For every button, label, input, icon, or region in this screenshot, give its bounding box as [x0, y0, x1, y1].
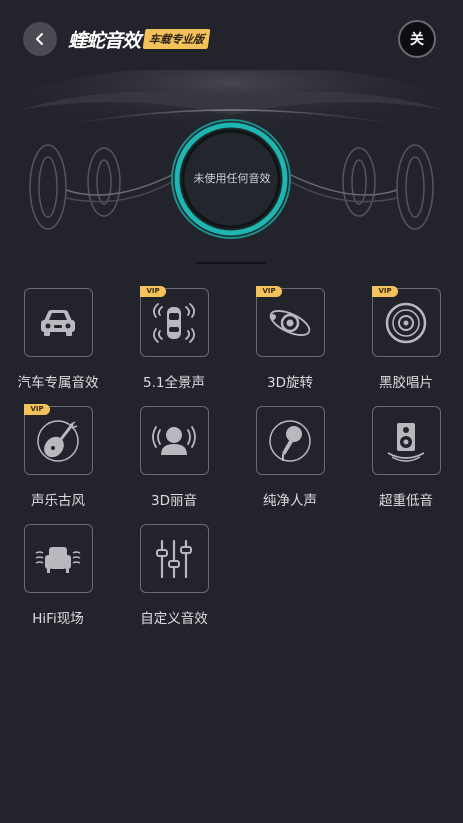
effect-label: 5.1全景声 [143, 375, 205, 391]
armchair-icon [35, 546, 81, 573]
effect-icon-box[interactable]: VIP [23, 404, 93, 475]
microphone-icon [269, 419, 311, 462]
sound-stage: 未使用任何音效 [0, 70, 463, 270]
divider [196, 262, 266, 264]
effect-icon-box[interactable]: VIP [139, 286, 209, 357]
effect-tile-car[interactable]: 汽车专属音效 [0, 288, 116, 391]
status-text: 未使用任何音效 [193, 172, 271, 185]
effect-tile-custom[interactable]: 自定义音效 [116, 524, 232, 627]
orbit-icon [269, 309, 311, 336]
effect-tile-surround[interactable]: VIP 5.1全景声 [116, 286, 232, 391]
effect-icon-box[interactable]: VIP [371, 286, 441, 357]
effect-tile-pure-vocal[interactable]: 纯净人声 [232, 406, 348, 509]
effect-tile-guofeng[interactable]: VIP 声乐古风 [0, 404, 116, 509]
surround-car-icon [153, 302, 195, 343]
effect-icon-box[interactable] [139, 524, 209, 593]
equalizer-sliders-icon [156, 539, 192, 578]
left-speakers [29, 144, 173, 230]
effect-label: HiFi现场 [32, 611, 84, 627]
back-button[interactable] [23, 22, 57, 56]
vinyl-record-icon [385, 302, 427, 343]
effect-icon-box[interactable] [371, 406, 441, 475]
effect-tile-3d-rotate[interactable]: VIP 3D旋转 [232, 286, 348, 391]
effect-tile-bass[interactable]: 超重低音 [348, 406, 463, 509]
effect-tile-vinyl[interactable]: VIP 黑胶唱片 [348, 286, 463, 391]
person-sound-icon [152, 425, 196, 455]
effect-label: 3D旋转 [267, 375, 313, 391]
top-bar: 蝰蛇音效 车载专业版 关 [0, 0, 463, 80]
effect-icon-box[interactable] [139, 406, 209, 475]
effects-grid: 汽车专属音效 VIP 5.1全景声 VIP 3D旋转 VIP 黑胶唱片 VIP … [0, 286, 463, 627]
effect-tile-hifi[interactable]: HiFi现场 [0, 524, 116, 627]
effect-label: 黑胶唱片 [379, 375, 433, 391]
effect-label: 3D丽音 [151, 493, 197, 509]
effect-icon-box[interactable] [23, 288, 93, 357]
chevron-left-icon [36, 33, 43, 45]
right-speakers [290, 144, 434, 230]
car-icon [41, 309, 75, 336]
vip-badge: VIP [139, 286, 166, 297]
effect-icon-box[interactable]: VIP [255, 286, 325, 357]
vip-badge: VIP [255, 286, 282, 297]
speaker-icon [387, 422, 425, 462]
pipa-lute-icon [37, 419, 79, 462]
effect-tile-3d-liyin[interactable]: 3D丽音 [116, 406, 232, 509]
effect-label: 纯净人声 [263, 493, 317, 509]
brand-logo: 蝰蛇音效 [68, 29, 141, 52]
status-ring[interactable]: 未使用任何音效 [172, 118, 292, 238]
brand-badge: 车载专业版 [142, 29, 211, 49]
effect-label: 超重低音 [379, 493, 433, 509]
vip-badge: VIP [23, 404, 50, 415]
close-button[interactable]: 关 [398, 20, 436, 58]
brand: 蝰蛇音效 车载专业版 [68, 26, 211, 52]
effect-label: 声乐古风 [31, 493, 85, 509]
vip-badge: VIP [371, 286, 398, 297]
effect-icon-box[interactable] [255, 406, 325, 475]
effect-label: 汽车专属音效 [17, 375, 99, 391]
effect-label: 自定义音效 [140, 611, 208, 627]
effect-icon-box[interactable] [23, 524, 93, 593]
